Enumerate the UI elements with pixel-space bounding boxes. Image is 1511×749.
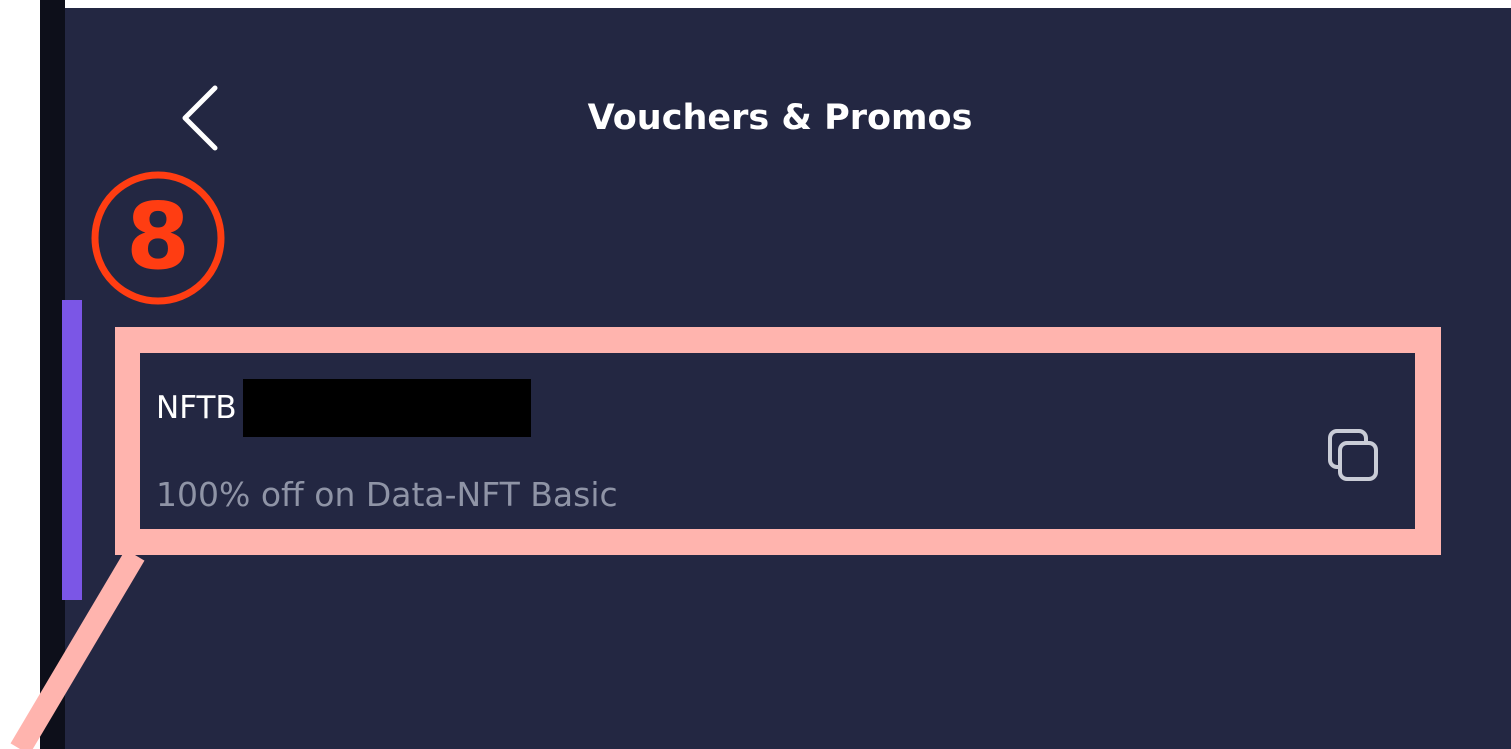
copy-icon [1328,429,1378,481]
redaction-block [242,379,531,437]
chevron-left-icon [182,85,218,151]
copy-button[interactable] [1320,423,1390,493]
voucher-description: 100% off on Data-NFT Basic [156,475,618,514]
back-button[interactable] [165,78,235,158]
voucher-card[interactable]: NFTB 100% off on Data-NFT Basic [140,353,1415,529]
screenshot: Vouchers & Promos 8 NFTB 100% off on Dat… [0,0,1511,749]
voucher-code: NFTB [156,390,237,426]
page-title: Vouchers & Promos [587,98,973,138]
voucher-code-row: NFTB [156,379,531,437]
step-number: 8 [126,183,190,290]
accent-strip [62,300,82,600]
step-marker: 8 [91,171,225,305]
